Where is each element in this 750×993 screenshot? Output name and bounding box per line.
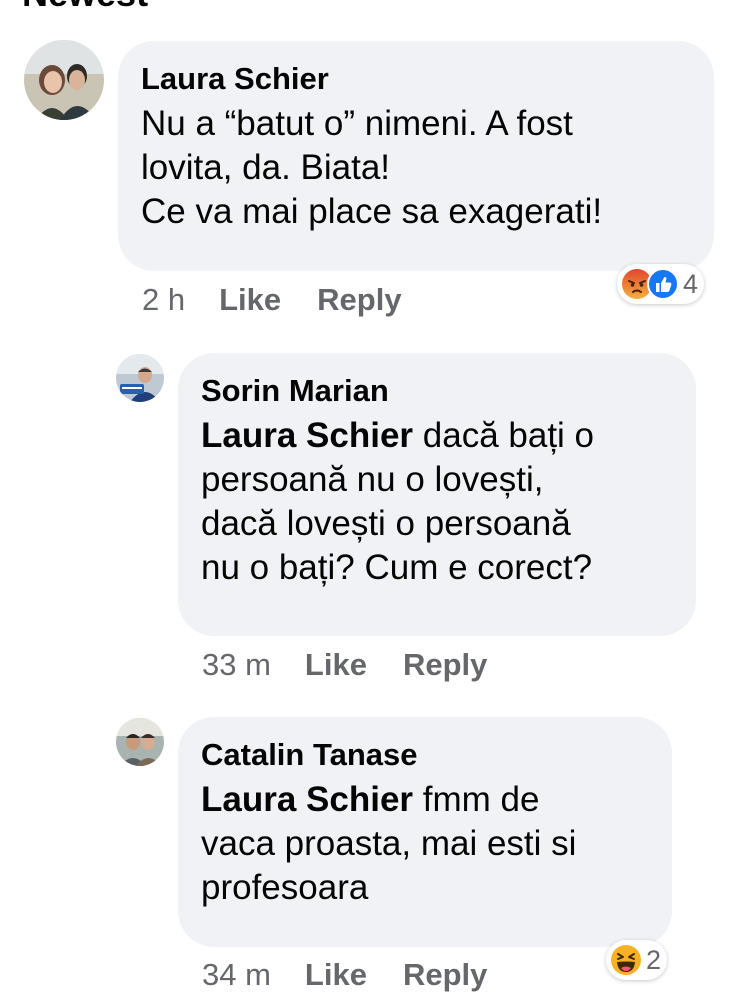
comment-text: Nu a “batut o” nimeni. A fost lovita, da… — [141, 102, 714, 234]
reply-button[interactable]: Reply — [403, 647, 487, 683]
comment-timestamp[interactable]: 34 m — [202, 957, 271, 993]
comment-text: Laura Schier fmm de vaca proasta, mai es… — [201, 778, 672, 910]
reply-button[interactable]: Reply — [317, 282, 401, 318]
comment-author[interactable]: Catalin Tanase — [201, 737, 672, 773]
comment-line: Laura Schier fmm de — [201, 778, 672, 822]
reactions-summary[interactable]: 4 — [617, 264, 705, 304]
reply-button[interactable]: Reply — [403, 957, 487, 993]
reactions-summary[interactable]: 2 — [606, 940, 668, 980]
like-button[interactable]: Like — [305, 957, 367, 993]
comment-line-text: fmm de — [413, 780, 540, 819]
comment-author[interactable]: Laura Schier — [141, 61, 714, 97]
comment-timestamp[interactable]: 33 m — [202, 647, 271, 683]
comment-line: persoană nu o lovești, — [201, 460, 544, 499]
mention-link[interactable]: Laura Schier — [201, 416, 413, 455]
comment-timestamp[interactable]: 2 h — [142, 282, 185, 318]
comment-line-text: dacă bați o — [413, 416, 595, 455]
avatar[interactable] — [116, 354, 164, 402]
comment-line: Laura Schier dacă bați o — [201, 414, 696, 458]
mention-link[interactable]: Laura Schier — [201, 780, 413, 819]
like-icon — [647, 268, 679, 300]
reaction-count: 2 — [646, 944, 662, 975]
avatar[interactable] — [24, 40, 104, 120]
like-button[interactable]: Like — [305, 647, 367, 683]
comment-author[interactable]: Sorin Marian — [201, 373, 696, 409]
comment-line: Ce va mai place sa exagerati! — [141, 192, 603, 231]
section-heading: Newest — [22, 0, 148, 12]
comment-line: dacă lovești o persoană — [201, 504, 571, 543]
comment-text: Laura Schier dacă bați o persoană nu o l… — [201, 414, 696, 590]
comment-actions: 34 m Like Reply — [202, 957, 523, 993]
comment-line: vaca proasta, mai esti si — [201, 824, 577, 863]
comment-line: Nu a “batut o” nimeni. A fost — [141, 104, 573, 143]
comment-line: lovita, da. Biata! — [141, 148, 391, 187]
reaction-count: 4 — [683, 268, 699, 299]
comment-line: profesoara — [201, 868, 369, 907]
comment-actions: 2 h Like Reply — [142, 282, 438, 318]
haha-icon — [610, 944, 642, 976]
comment-bubble: Laura Schier Nu a “batut o” nimeni. A fo… — [118, 41, 714, 271]
comment-actions: 33 m Like Reply — [202, 647, 523, 683]
comment-line: nu o bați? Cum e corect? — [201, 548, 593, 587]
avatar[interactable] — [116, 718, 164, 766]
comment-bubble: Sorin Marian Laura Schier dacă bați o pe… — [178, 353, 696, 636]
comment-bubble: Catalin Tanase Laura Schier fmm de vaca … — [178, 717, 672, 947]
like-button[interactable]: Like — [219, 282, 281, 318]
